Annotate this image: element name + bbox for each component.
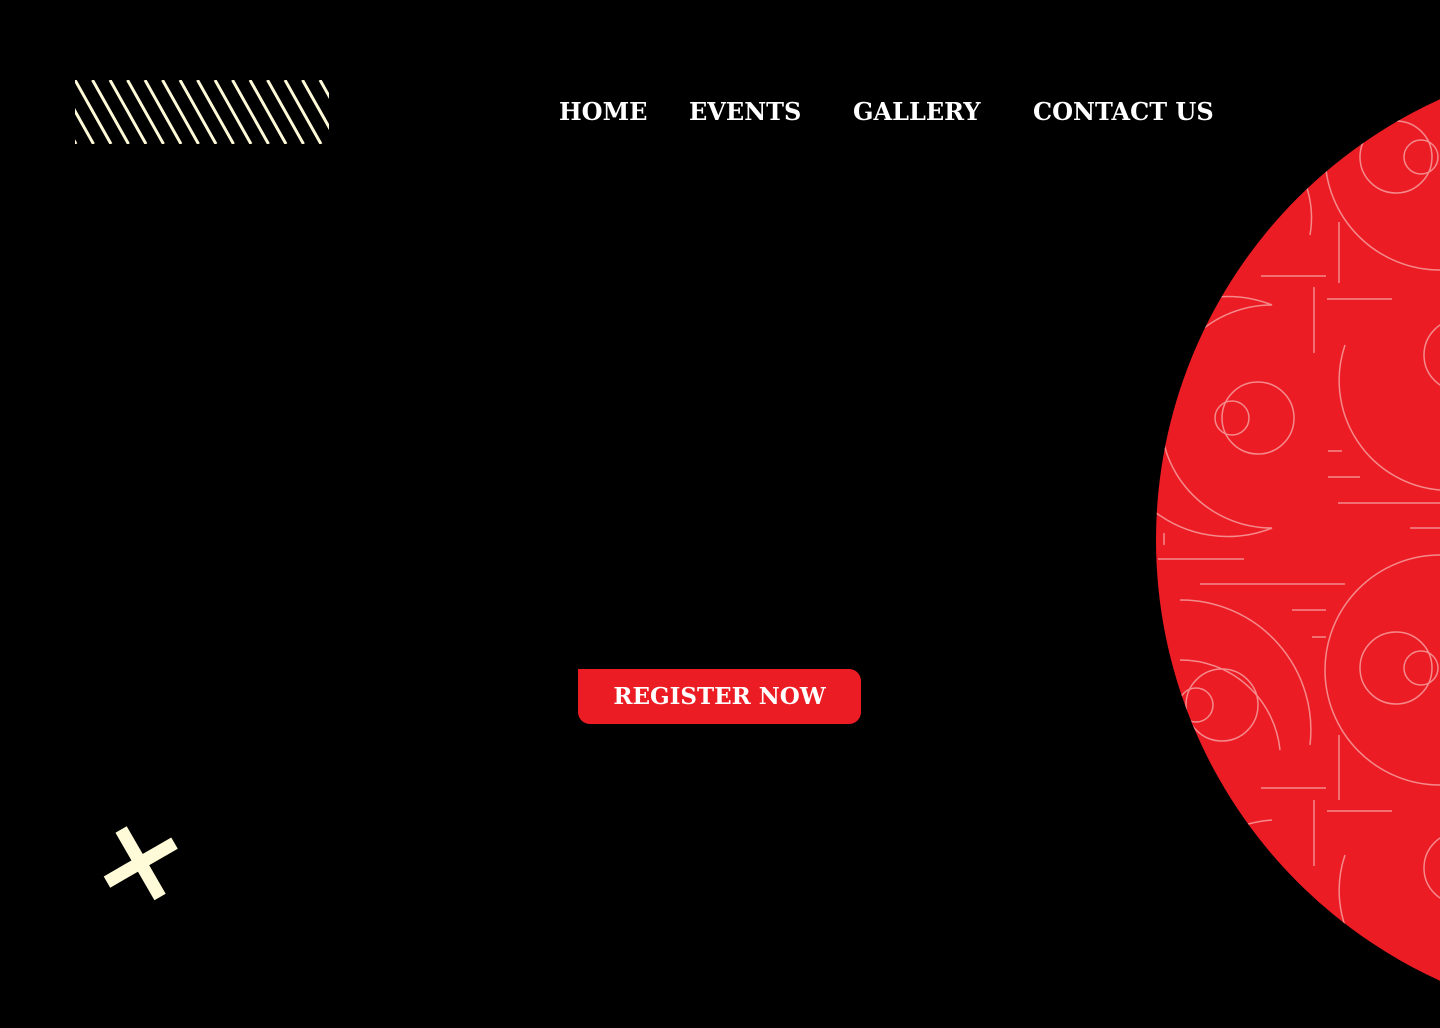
logo-stripe — [75, 80, 113, 144]
nav-item-home[interactable]: HOME — [559, 92, 647, 132]
logo-stripe — [178, 80, 218, 144]
logo-stripe — [126, 80, 165, 144]
logo-stripe — [91, 80, 130, 144]
logo-stripe — [213, 80, 253, 144]
register-now-button[interactable]: REGISTER NOW — [578, 669, 861, 724]
logo-stripe — [196, 80, 235, 144]
logo-stripe — [143, 80, 183, 144]
nav-item-gallery[interactable]: GALLERY — [853, 92, 981, 132]
hero-pattern-circle — [1156, 40, 1440, 1024]
logo-stripe — [231, 80, 270, 144]
logo-stripe — [108, 80, 148, 144]
logo-stripe — [266, 80, 305, 144]
logo-stripe — [75, 108, 95, 144]
logo-stripe — [248, 80, 288, 144]
diagonal-stripes-logo-icon — [75, 80, 329, 144]
cross-icon — [100, 822, 182, 904]
logo-stripe — [283, 80, 323, 144]
logo-stripe — [161, 80, 200, 144]
cross-icon-graphic — [103, 826, 178, 901]
nav-item-events[interactable]: EVENTS — [689, 92, 801, 132]
logo[interactable] — [75, 80, 329, 144]
pattern-graphic — [1156, 56, 1440, 1001]
